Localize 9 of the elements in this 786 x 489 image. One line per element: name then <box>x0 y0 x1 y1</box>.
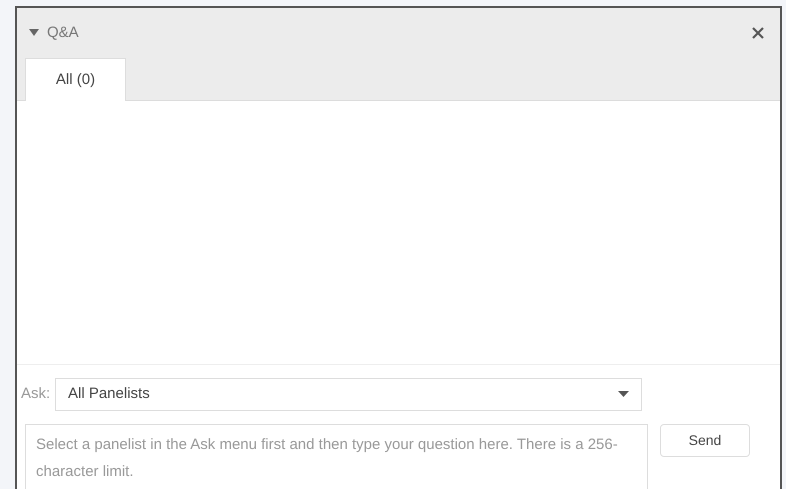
question-field[interactable]: Select a panelist in the Ask menu first and then type your question here. There is a 256-character limit. <box>25 424 648 489</box>
close-button[interactable] <box>752 27 764 39</box>
collapse-toggle[interactable]: Q&A <box>29 22 79 44</box>
send-button[interactable]: Send <box>660 424 750 457</box>
dropdown-caret-icon <box>618 391 629 398</box>
ask-label: Ask: <box>21 384 49 404</box>
ask-dropdown[interactable]: All Panelists <box>55 378 642 411</box>
close-icon <box>752 27 764 39</box>
tab[interactable]: All (0) <box>25 58 126 101</box>
